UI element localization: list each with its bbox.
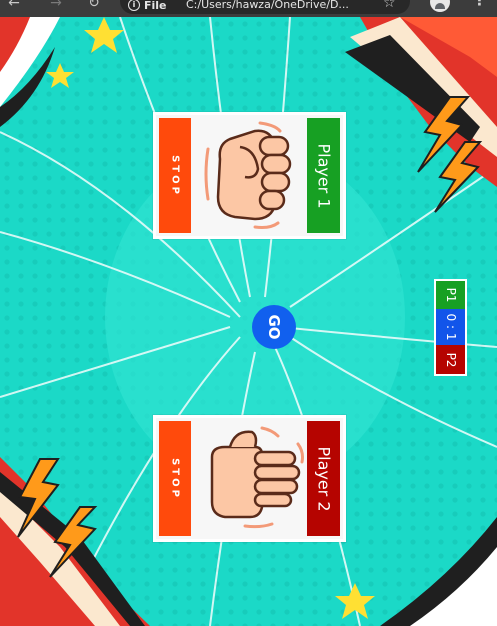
site-info-chip[interactable]: i File: [128, 0, 167, 14]
back-arrow-icon[interactable]: ←: [6, 0, 22, 12]
bookmark-star-icon[interactable]: ☆: [383, 0, 396, 11]
player1-name: Player 1: [314, 142, 333, 209]
player2-stop-button[interactable]: STOP: [159, 421, 191, 536]
kebab-menu-icon[interactable]: ⋮: [472, 0, 487, 8]
player2-name: Player 2: [314, 445, 333, 512]
score-p2-segment: P2: [436, 345, 465, 374]
score-p1-label: P1: [443, 287, 458, 303]
score-panel: P1 0 : 1 P2: [434, 279, 467, 376]
reload-icon[interactable]: ↻: [86, 0, 102, 12]
go-label: GO: [265, 314, 283, 340]
forward-arrow-icon[interactable]: →: [48, 0, 64, 12]
player2-name-strip: Player 2: [307, 421, 340, 536]
address-bar[interactable]: i File C:/Users/hawza/OneDrive/D... ☆: [120, 0, 410, 14]
url-text[interactable]: C:/Users/hawza/OneDrive/D...: [186, 0, 349, 11]
paper-hand-icon: [210, 426, 304, 529]
player2-stop-label: STOP: [169, 457, 181, 500]
profile-avatar-icon[interactable]: [430, 0, 450, 12]
player2-card: STOP Player 2: [153, 415, 346, 542]
score-p2-label: P2: [443, 352, 458, 367]
player1-stop-button[interactable]: STOP: [159, 118, 191, 233]
file-chip-label: File: [144, 0, 167, 12]
rock-fist-icon: [204, 121, 292, 229]
player1-name-strip: Player 1: [307, 118, 340, 233]
player1-stop-label: STOP: [169, 154, 181, 197]
player1-card: STOP Player 1: [153, 112, 346, 239]
score-value-segment: 0 : 1: [436, 309, 465, 345]
go-button[interactable]: GO: [252, 305, 296, 349]
game-stage: STOP Player 1 GO P1 0: 1 P2 STOP Player…: [0, 17, 497, 626]
info-icon: i: [128, 0, 140, 11]
score-value: 0 : 1: [443, 313, 458, 341]
browser-toolbar: ← → ↻ i File C:/Users/hawza/OneDrive/D..…: [0, 0, 497, 17]
score-p1-segment: P1: [436, 281, 465, 309]
